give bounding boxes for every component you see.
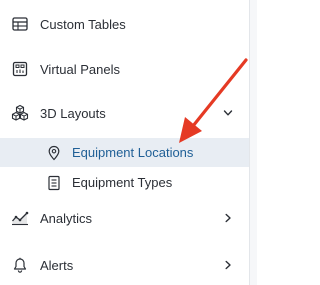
sidebar-nav: Custom Tables Virtual Panels 3D Layouts … (0, 0, 249, 285)
sidebar-item-label: Equipment Types (72, 175, 173, 190)
chevron-right-icon[interactable] (222, 259, 234, 271)
sidebar-item-virtual-panels[interactable]: Virtual Panels (0, 53, 249, 85)
table-icon (11, 15, 29, 33)
sidebar-item-label: Custom Tables (40, 16, 126, 32)
sidebar-item-analytics[interactable]: Analytics (0, 202, 249, 234)
sidebar-item-label: Equipment Locations (72, 145, 194, 160)
cubes-icon (11, 104, 29, 122)
location-pin-icon (45, 144, 63, 162)
analytics-icon (11, 209, 29, 227)
bell-icon (11, 256, 29, 274)
sidebar-item-alerts[interactable]: Alerts (0, 249, 249, 281)
sidebar-item-equipment-types[interactable]: Equipment Types (0, 168, 249, 197)
sidebar-item-label: Analytics (40, 210, 93, 226)
chevron-down-icon[interactable] (222, 107, 234, 119)
virtual-panel-icon (11, 60, 29, 78)
equipment-type-icon (45, 174, 63, 192)
sidebar-scroll-edge (249, 0, 257, 285)
sidebar-item-label: Virtual Panels (40, 61, 120, 77)
sidebar-item-label: 3D Layouts (40, 105, 106, 121)
chevron-right-icon[interactable] (222, 212, 234, 224)
sidebar-item-label: Alerts (40, 257, 74, 273)
sidebar-item-equipment-locations[interactable]: Equipment Locations (0, 138, 249, 167)
sidebar-item-custom-tables[interactable]: Custom Tables (0, 8, 249, 40)
sidebar-item-3d-layouts[interactable]: 3D Layouts (0, 97, 249, 129)
